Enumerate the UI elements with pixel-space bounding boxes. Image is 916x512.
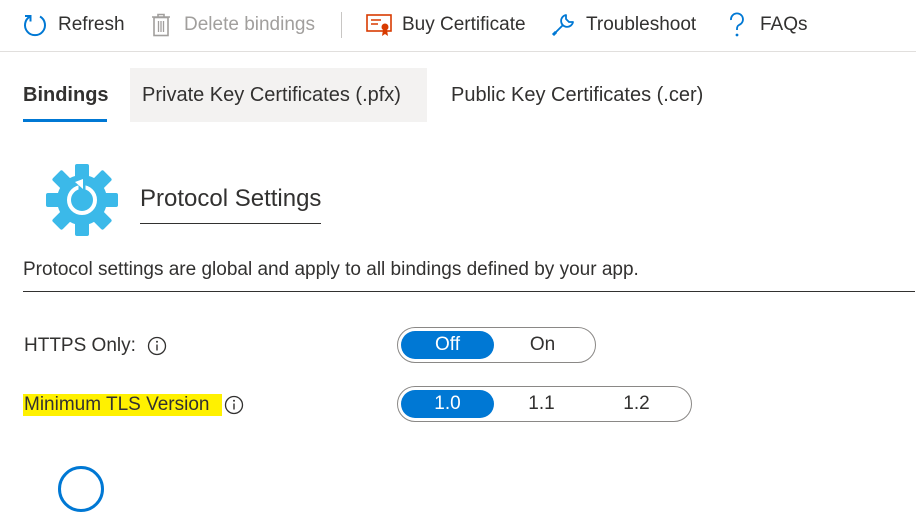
section-title: Protocol Settings: [140, 185, 322, 224]
info-icon[interactable]: [224, 395, 244, 415]
tab-label: Private Key Certificates (.pfx): [142, 83, 401, 106]
tab-public-key-certificates[interactable]: Public Key Certificates (.cer): [451, 68, 721, 122]
section-description: Protocol settings are global and apply t…: [23, 259, 915, 292]
next-section-icon: [58, 466, 104, 512]
tab-bindings[interactable]: Bindings: [23, 68, 109, 122]
troubleshoot-button[interactable]: Troubleshoot: [550, 0, 696, 50]
toolbar-separator: [341, 12, 342, 38]
question-icon: [724, 12, 750, 38]
wrench-icon: [550, 12, 576, 38]
refresh-button[interactable]: Refresh: [22, 0, 125, 50]
https-only-option-off[interactable]: Off: [401, 331, 494, 359]
gear-icon: [46, 164, 118, 236]
trash-icon: [148, 12, 174, 38]
https-only-toggle[interactable]: Off On: [397, 327, 596, 363]
min-tls-option-1-2[interactable]: 1.2: [589, 390, 684, 418]
delete-bindings-button[interactable]: Delete bindings: [148, 0, 315, 50]
certificate-icon: [366, 12, 392, 38]
command-bar: Refresh Delete bindings Buy Certificate: [0, 0, 916, 52]
tab-label: Public Key Certificates (.cer): [451, 83, 704, 106]
tab-private-key-certificates[interactable]: Private Key Certificates (.pfx): [130, 68, 427, 122]
min-tls-label: Minimum TLS Version: [23, 394, 244, 416]
buy-certificate-label: Buy Certificate: [402, 14, 526, 35]
delete-bindings-label: Delete bindings: [184, 14, 315, 35]
info-icon[interactable]: [147, 336, 167, 356]
min-tls-option-1-1[interactable]: 1.1: [494, 390, 589, 418]
troubleshoot-label: Troubleshoot: [586, 14, 697, 35]
min-tls-text: Minimum TLS Version: [23, 394, 222, 416]
https-only-option-on[interactable]: On: [494, 331, 591, 359]
https-only-label: HTTPS Only:: [23, 335, 167, 357]
faqs-button[interactable]: FAQs: [724, 0, 808, 50]
min-tls-option-1-0[interactable]: 1.0: [401, 390, 494, 418]
refresh-icon: [22, 12, 48, 38]
https-only-text: HTTPS Only:: [24, 335, 136, 356]
buy-certificate-button[interactable]: Buy Certificate: [366, 0, 526, 50]
tab-label: Bindings: [23, 83, 109, 106]
min-tls-toggle[interactable]: 1.0 1.1 1.2: [397, 386, 692, 422]
faqs-label: FAQs: [760, 14, 808, 35]
refresh-label: Refresh: [58, 14, 125, 35]
